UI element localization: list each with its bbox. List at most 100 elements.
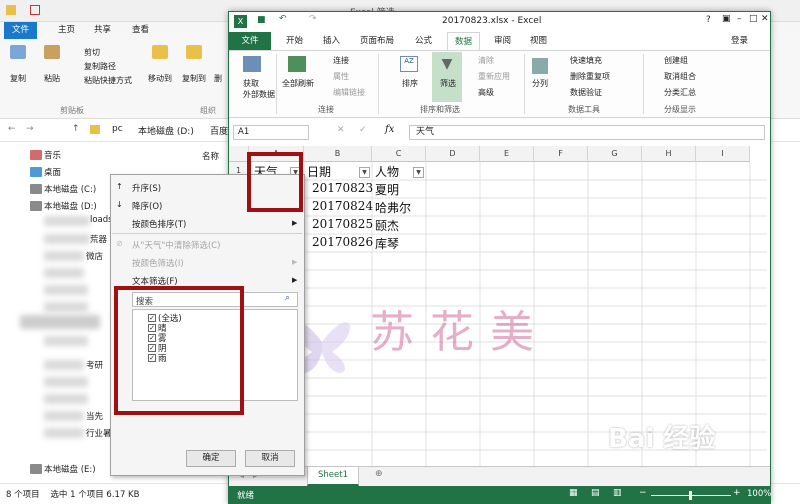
menu-item-clear-filter[interactable]: 从"天气"中清除筛选(C) <box>132 239 220 251</box>
sort-button[interactable]: 排序 <box>402 78 418 89</box>
zoom-out-icon[interactable]: − <box>639 488 647 498</box>
close-icon[interactable]: ✕ <box>761 14 769 24</box>
column-header-i[interactable]: I <box>696 146 750 162</box>
column-header-c[interactable]: C <box>372 146 426 162</box>
person-cell[interactable]: 库琴 <box>375 235 399 252</box>
formula-input[interactable]: 天气 <box>409 125 765 140</box>
subtotal-button[interactable]: 分类汇总 <box>664 87 696 98</box>
column-header-e[interactable]: E <box>480 146 534 162</box>
explorer-tab-home[interactable]: 主页 <box>50 22 83 39</box>
column-header-h[interactable]: H <box>642 146 696 162</box>
copy-to-button[interactable]: 复制到 <box>182 73 206 84</box>
date-cell[interactable]: 20170825 <box>312 217 373 231</box>
copy-path-button[interactable]: 复制路径 <box>84 61 116 72</box>
excel-tab-home[interactable]: 开始 <box>279 32 310 50</box>
excel-tab-view[interactable]: 视图 <box>523 32 554 50</box>
cut-button[interactable]: 剪切 <box>84 47 100 58</box>
person-cell[interactable]: 颐杰 <box>375 217 399 234</box>
clear-button[interactable]: 清除 <box>478 55 494 66</box>
paste-shortcut-button[interactable]: 粘贴快捷方式 <box>84 75 132 86</box>
sidebar-item-desktop[interactable]: 桌面 <box>44 166 61 178</box>
column-header-b[interactable]: B <box>304 146 372 162</box>
excel-tab-file[interactable]: 文件 <box>229 32 271 50</box>
sidebar-item-disk-d[interactable]: 本地磁盘 (D:) <box>44 200 97 212</box>
explorer-tab-share[interactable]: 共享 <box>86 22 119 39</box>
select-all-corner[interactable] <box>229 146 249 162</box>
connections-button[interactable]: 连接 <box>333 55 349 66</box>
zoom-slider-thumb[interactable] <box>689 491 692 500</box>
properties-button[interactable]: 属性 <box>333 71 349 82</box>
get-external-data-button[interactable]: 获取 外部数据 <box>243 78 275 100</box>
refresh-all-button[interactable]: 全部刷新 <box>282 78 314 89</box>
date-cell[interactable]: 20170826 <box>312 235 373 249</box>
zoom-in-icon[interactable]: + <box>733 488 741 498</box>
back-arrow-icon[interactable]: ← <box>8 124 16 134</box>
menu-item-sort-asc[interactable]: 升序(S) <box>132 182 161 194</box>
login-link[interactable]: 登录 <box>724 32 755 50</box>
menu-item-filter-color[interactable]: 按颜色筛选(I) <box>132 257 184 269</box>
excel-tab-formulas[interactable]: 公式 <box>408 32 439 50</box>
help-icon[interactable]: ? <box>706 15 711 25</box>
column-header-g[interactable]: G <box>588 146 642 162</box>
save-icon[interactable]: ■ <box>257 15 266 25</box>
breadcrumb-pc[interactable]: pc <box>112 124 123 134</box>
forward-arrow-icon[interactable]: → <box>26 124 34 134</box>
column-header-name[interactable]: 名称 <box>202 150 219 162</box>
redo-icon[interactable]: ↷ <box>309 14 317 24</box>
header-cell-person[interactable]: 人物 <box>375 163 399 180</box>
cancel-button[interactable]: 取消 <box>245 450 295 467</box>
up-arrow-icon[interactable]: ↑ <box>72 124 80 134</box>
ribbon-display-icon[interactable]: ▣ <box>722 14 731 24</box>
function-icon[interactable]: fx <box>385 124 394 135</box>
maximize-icon[interactable]: □ <box>749 14 758 24</box>
undo-icon[interactable]: ↶ <box>279 14 287 24</box>
highlight-box-header <box>247 152 303 212</box>
excel-tab-page-layout[interactable]: 页面布局 <box>353 32 401 50</box>
text-to-columns-button[interactable]: 分列 <box>532 78 548 89</box>
excel-tab-insert[interactable]: 插入 <box>316 32 347 50</box>
move-to-button[interactable]: 移动到 <box>148 73 172 84</box>
menu-item-sort-color[interactable]: 按颜色排序(T) <box>132 218 186 230</box>
column-header-d[interactable]: D <box>426 146 480 162</box>
sidebar-item-disk-c[interactable]: 本地磁盘 (C:) <box>44 183 96 195</box>
filter-button[interactable]: 筛选 <box>440 78 456 89</box>
delete-button[interactable]: 删 <box>214 73 222 84</box>
minimize-icon[interactable]: – <box>737 14 742 24</box>
sidebar-item-disk-e[interactable]: 本地磁盘 (E:) <box>44 463 96 475</box>
normal-view-icon[interactable]: ▦ <box>569 488 578 498</box>
cancel-formula-icon[interactable]: ✕ <box>337 125 345 135</box>
data-validation-button[interactable]: 数据验证 <box>570 87 602 98</box>
flash-fill-button[interactable]: 快速填充 <box>570 55 602 66</box>
sheet-tab-sheet1[interactable]: Sheet1 <box>307 467 359 486</box>
filter-dropdown-icon[interactable]: ▼ <box>413 167 424 178</box>
page-layout-icon[interactable]: ▤ <box>591 488 600 498</box>
ungroup-button[interactable]: 取消组合 <box>664 71 696 82</box>
header-cell-date[interactable]: 日期 <box>307 163 331 180</box>
filter-dropdown-icon[interactable]: ▼ <box>359 167 370 178</box>
person-cell[interactable]: 哈弗尔 <box>375 199 411 216</box>
sidebar-item-music[interactable]: 音乐 <box>44 149 61 161</box>
name-box[interactable]: A1 <box>233 125 309 140</box>
reapply-button[interactable]: 重新应用 <box>478 71 510 82</box>
explorer-tab-view[interactable]: 查看 <box>124 22 157 39</box>
excel-tab-review[interactable]: 审阅 <box>487 32 518 50</box>
zoom-level[interactable]: 100% <box>747 489 771 499</box>
remove-duplicates-button[interactable]: 删除重复项 <box>570 71 610 82</box>
advanced-button[interactable]: 高级 <box>478 87 494 98</box>
add-sheet-icon[interactable]: ⊕ <box>375 469 383 479</box>
edit-links-button[interactable]: 编辑链接 <box>333 87 365 98</box>
person-cell[interactable]: 夏明 <box>375 181 399 198</box>
paste-button[interactable]: 粘贴 <box>44 73 60 84</box>
group-button[interactable]: 创建组 <box>664 55 688 66</box>
explorer-tab-file[interactable]: 文件 <box>4 22 38 39</box>
menu-item-sort-desc[interactable]: 降序(O) <box>132 200 162 212</box>
date-cell[interactable]: 20170823 <box>312 181 373 195</box>
breadcrumb-disk-d[interactable]: 本地磁盘 (D:) <box>138 124 194 137</box>
page-break-icon[interactable]: ▥ <box>613 488 622 498</box>
column-header-f[interactable]: F <box>534 146 588 162</box>
ok-button[interactable]: 确定 <box>186 450 236 467</box>
excel-tab-data[interactable]: 数据 <box>447 32 481 50</box>
date-cell[interactable]: 20170824 <box>312 199 373 213</box>
copy-button[interactable]: 复制 <box>10 73 26 84</box>
confirm-formula-icon[interactable]: ✓ <box>359 125 367 135</box>
